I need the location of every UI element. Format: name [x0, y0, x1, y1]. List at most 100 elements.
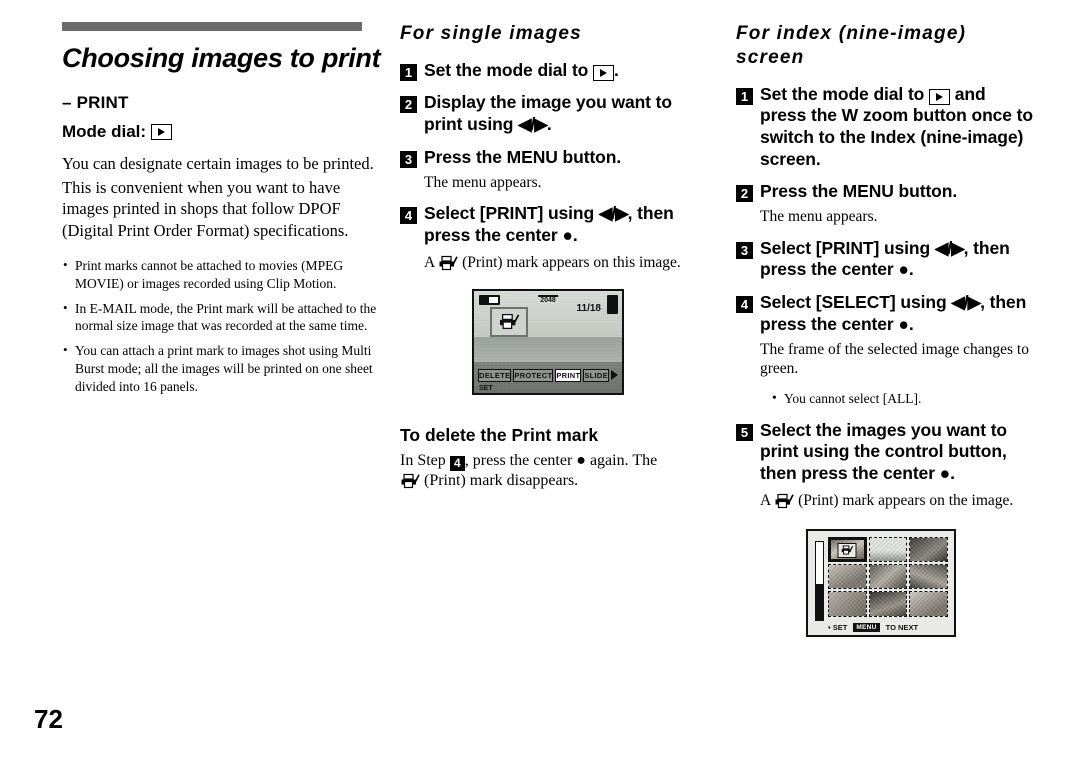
inline-step-number: 4 — [449, 456, 465, 471]
delete-text-2: , press the center ● again. The — [464, 451, 658, 469]
step-3-note: The menu appears. — [424, 173, 542, 191]
print-mark-icon — [400, 473, 420, 496]
step-text: Display the image you want to print usin… — [424, 92, 706, 135]
play-icon — [929, 88, 951, 105]
photo-grain — [869, 537, 907, 561]
photo-grain — [910, 564, 947, 589]
step-4: 4 Select [SELECT] using ◀/▶, then press … — [736, 292, 1036, 335]
page-number: 72 — [34, 704, 63, 734]
step-text-before: Set the mode dial to — [424, 59, 594, 80]
mode-dial-label: Mode dial: — [62, 122, 147, 142]
page-title: Choosing images to print — [62, 43, 381, 73]
list-item: You can attach a print mark to images sh… — [62, 341, 382, 395]
list-item: In E-MAIL mode, the Print mark will be a… — [62, 299, 382, 336]
step-number-badge: 3 — [736, 241, 753, 259]
index-cell[interactable] — [909, 536, 948, 562]
delete-text-1: In Step — [400, 451, 446, 469]
set-label: • SET — [828, 622, 848, 632]
step-text-before: Select [PRINT] using — [760, 237, 935, 258]
image-size-indicator: 2048 — [538, 294, 558, 304]
left-right-arrows-icon: ◀/▶ — [518, 114, 548, 135]
step-4-note: The frame of the selected image changes … — [760, 340, 1029, 378]
menu-item-slide[interactable]: SLIDE — [583, 368, 609, 382]
step-text: Press the MENU button. — [760, 181, 958, 202]
step-3: 3 Select [PRINT] using ◀/▶, then press t… — [736, 238, 1036, 281]
index-cell[interactable] — [868, 563, 908, 590]
to-next-label: TO NEXT — [885, 622, 919, 632]
scrollbar[interactable] — [815, 540, 824, 621]
note-suffix: (Print) mark appears on the image. — [798, 491, 1014, 509]
left-column: Choosing images to print – PRINT Mode di… — [62, 22, 382, 403]
step-2: 2 Display the image you want to print us… — [400, 92, 706, 135]
step-number-badge: 1 — [400, 63, 417, 81]
middle-column: For single images 1 Set the mode dial to… — [400, 22, 706, 496]
photo-grain — [910, 592, 947, 616]
index-cell[interactable] — [868, 536, 908, 562]
delete-text-3: (Print) mark disappears. — [424, 472, 579, 490]
menu-item-print[interactable]: PRINT — [555, 368, 582, 382]
step-3: 3 Press the MENU button. — [400, 147, 706, 169]
step-text: Select [PRINT] using ◀/▶, then press the… — [760, 238, 1036, 281]
left-right-arrows-icon: ◀/▶ — [598, 203, 629, 224]
step-text: Select [SELECT] using ◀/▶, then press th… — [760, 292, 1036, 335]
index-cell[interactable] — [909, 591, 948, 617]
step-text-after: . — [614, 59, 619, 80]
image-counter: 11/18 — [576, 302, 601, 314]
step-number-badge: 5 — [736, 423, 753, 441]
step-number-badge: 4 — [400, 207, 417, 225]
photo-grain — [829, 592, 866, 616]
mode-dial-line: Mode dial: — [62, 122, 382, 142]
step-number-badge: 4 — [736, 296, 753, 314]
print-mark-icon — [438, 255, 458, 277]
intro-paragraph-2: This is convenient when you want to have… — [62, 177, 349, 240]
index-cell[interactable] — [909, 563, 948, 590]
photo-grain — [869, 564, 907, 589]
battery-level-icon — [607, 294, 618, 314]
step-number-badge: 1 — [736, 87, 753, 105]
play-icon — [593, 64, 615, 81]
step-text-after: . — [546, 114, 552, 135]
step-text: Set the mode dial to and press the W zoo… — [760, 84, 1036, 171]
step-1: 1 Set the mode dial to and press the W z… — [736, 84, 1036, 171]
section-heading-single-images: For single images — [400, 23, 582, 44]
step-number-badge: 2 — [400, 96, 417, 114]
delete-print-mark-text: In Step 4, press the center ● again. The… — [400, 451, 706, 497]
note-prefix: A — [760, 491, 771, 509]
menu-item-protect[interactable]: PROTECT — [513, 368, 554, 382]
play-icon — [151, 124, 173, 141]
step-text-before: Select [SELECT] using — [760, 292, 952, 313]
index-cell-selected[interactable] — [828, 536, 867, 562]
section-subtitle: – PRINT — [62, 93, 129, 113]
step-text: Press the MENU button. — [424, 146, 622, 167]
step-5-note: A (Print) mark appears on the image. — [760, 491, 1036, 515]
step-2-note: The menu appears. — [760, 207, 878, 225]
photo-grain — [869, 592, 907, 616]
step-text: Set the mode dial to . — [424, 60, 619, 82]
next-arrow-icon[interactable] — [610, 369, 618, 382]
list-item: Print marks cannot be attached to movies… — [62, 256, 382, 293]
index-image-grid — [828, 536, 948, 617]
manual-page: Choosing images to print – PRINT Mode di… — [0, 0, 1080, 760]
step-number-badge: 3 — [400, 150, 417, 168]
lcd-set-label: SET — [479, 384, 493, 392]
step-text-before: Select [PRINT] using — [424, 203, 599, 224]
menu-item-delete[interactable]: DELETE — [478, 368, 512, 382]
print-mark-icon — [837, 542, 857, 558]
lcd-menu-bar[interactable]: DELETE PROTECT PRINT SLIDE — [478, 368, 618, 382]
step-5: 5 Select the images you want to print us… — [736, 420, 1036, 485]
lcd-index-screen-illustration: • SET MENU TO NEXT — [806, 528, 956, 637]
delete-print-mark-heading: To delete the Print mark — [400, 424, 599, 445]
right-column: For index (nine-image) screen 1 Set the … — [736, 22, 1036, 637]
note-suffix: (Print) mark appears on this image. — [462, 253, 681, 271]
photo-grain — [829, 564, 866, 589]
step-2: 2 Press the MENU button. — [736, 181, 1036, 203]
photo-grain — [910, 537, 947, 561]
step-4: 4 Select [PRINT] using ◀/▶, then press t… — [400, 203, 706, 246]
step-text-before: Set the mode dial to — [760, 83, 930, 104]
index-cell[interactable] — [828, 591, 867, 617]
notes-list: Print marks cannot be attached to movies… — [62, 256, 382, 396]
index-cell[interactable] — [828, 563, 867, 590]
step-text: Select the images you want to print usin… — [760, 419, 1008, 484]
note-prefix: A — [424, 253, 435, 271]
index-cell[interactable] — [868, 591, 908, 617]
